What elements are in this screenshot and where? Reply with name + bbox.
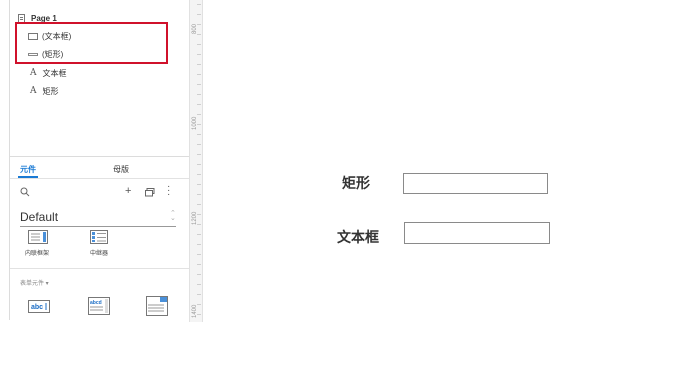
canvas-rect-label[interactable]: 矩形 [342, 173, 370, 193]
tree-item-label: 文本框 [42, 68, 67, 78]
text-a-icon: A [30, 68, 37, 78]
tree-item-label: 矩形 [42, 86, 59, 96]
add-icon[interactable]: + [125, 185, 131, 197]
tree-item-text-label[interactable]: A 文本框 [30, 65, 67, 81]
ruler-tick [197, 14, 201, 15]
canvas-rectangle[interactable] [403, 173, 548, 194]
ruler-tick [197, 44, 201, 45]
ruler-tick [197, 294, 201, 295]
selection-highlight-box [15, 22, 168, 64]
vertical-ruler: 800 1000 1200 1400 [189, 0, 203, 322]
ruler-tick [197, 64, 201, 65]
ruler-tick [197, 314, 201, 315]
tabs-divider [10, 178, 190, 179]
ruler-tick [197, 124, 201, 125]
ruler-tick [197, 114, 201, 115]
ruler-tick [197, 34, 201, 35]
more-icon[interactable]: · · · [167, 182, 170, 200]
tree-item-rect-label[interactable]: A 矩形 [30, 83, 59, 99]
inline-frame-icon[interactable] [28, 230, 48, 244]
svg-text:abcd: abcd [90, 300, 102, 306]
text-a-icon: A [30, 86, 37, 96]
duplicate-icon[interactable] [145, 188, 155, 197]
library-select[interactable]: Default [20, 210, 58, 224]
ruler-tick [197, 204, 201, 205]
ruler-tick [197, 54, 201, 55]
ruler-tick [197, 94, 201, 95]
ruler-tick [197, 194, 201, 195]
widget-label: 中继器 [90, 251, 109, 257]
ruler-tick [197, 304, 201, 305]
left-panel: Page 1 (文本框) (矩形) A 文本框 A 矩形 元件 母版 + · · · [9, 0, 191, 320]
select-arrows-icon[interactable]: ⌃ ⌄ [170, 210, 176, 222]
ruler-tick [197, 144, 201, 145]
ruler-tick [197, 24, 201, 25]
canvas-text-field[interactable] [404, 222, 550, 244]
ruler-tick [197, 214, 201, 215]
search-icon[interactable] [20, 187, 30, 197]
ruler-tick [197, 284, 201, 285]
svg-text:abc: abc [31, 304, 43, 311]
ruler-tick [197, 234, 201, 235]
text-field-icon[interactable]: abc [28, 300, 50, 313]
repeater-icon[interactable] [90, 230, 108, 244]
droplist-icon[interactable] [146, 296, 168, 316]
panel-divider [10, 156, 190, 157]
ruler-tick [197, 184, 201, 185]
text-area-icon[interactable]: abcd [88, 297, 110, 315]
ruler-tick [197, 274, 201, 275]
tab-masters[interactable]: 母版 [113, 164, 129, 175]
ruler-tick [197, 154, 201, 155]
ruler-tick [197, 164, 201, 165]
ruler-tick [197, 74, 201, 75]
ruler-tick [197, 224, 201, 225]
tab-components[interactable]: 元件 [20, 164, 36, 175]
form-widgets-section-header[interactable]: 表单元件 ▾ [20, 278, 49, 287]
ruler-tick [197, 84, 201, 85]
widget-label: 内联框架 [25, 251, 50, 257]
ruler-tick [197, 134, 201, 135]
ruler-tick [197, 104, 201, 105]
canvas-textbox-label[interactable]: 文本框 [337, 227, 379, 247]
ruler-tick [197, 254, 201, 255]
ruler-tick [197, 244, 201, 245]
section-divider [10, 268, 190, 269]
ruler-tick [197, 264, 201, 265]
library-select-underline [20, 226, 176, 227]
ruler-label: 1200 [192, 211, 198, 225]
ruler-tick [197, 174, 201, 175]
ruler-label: 800 [192, 23, 198, 34]
ruler-tick [197, 4, 201, 5]
outline-panel: Page 1 (文本框) (矩形) A 文本框 A 矩形 [10, 0, 190, 156]
